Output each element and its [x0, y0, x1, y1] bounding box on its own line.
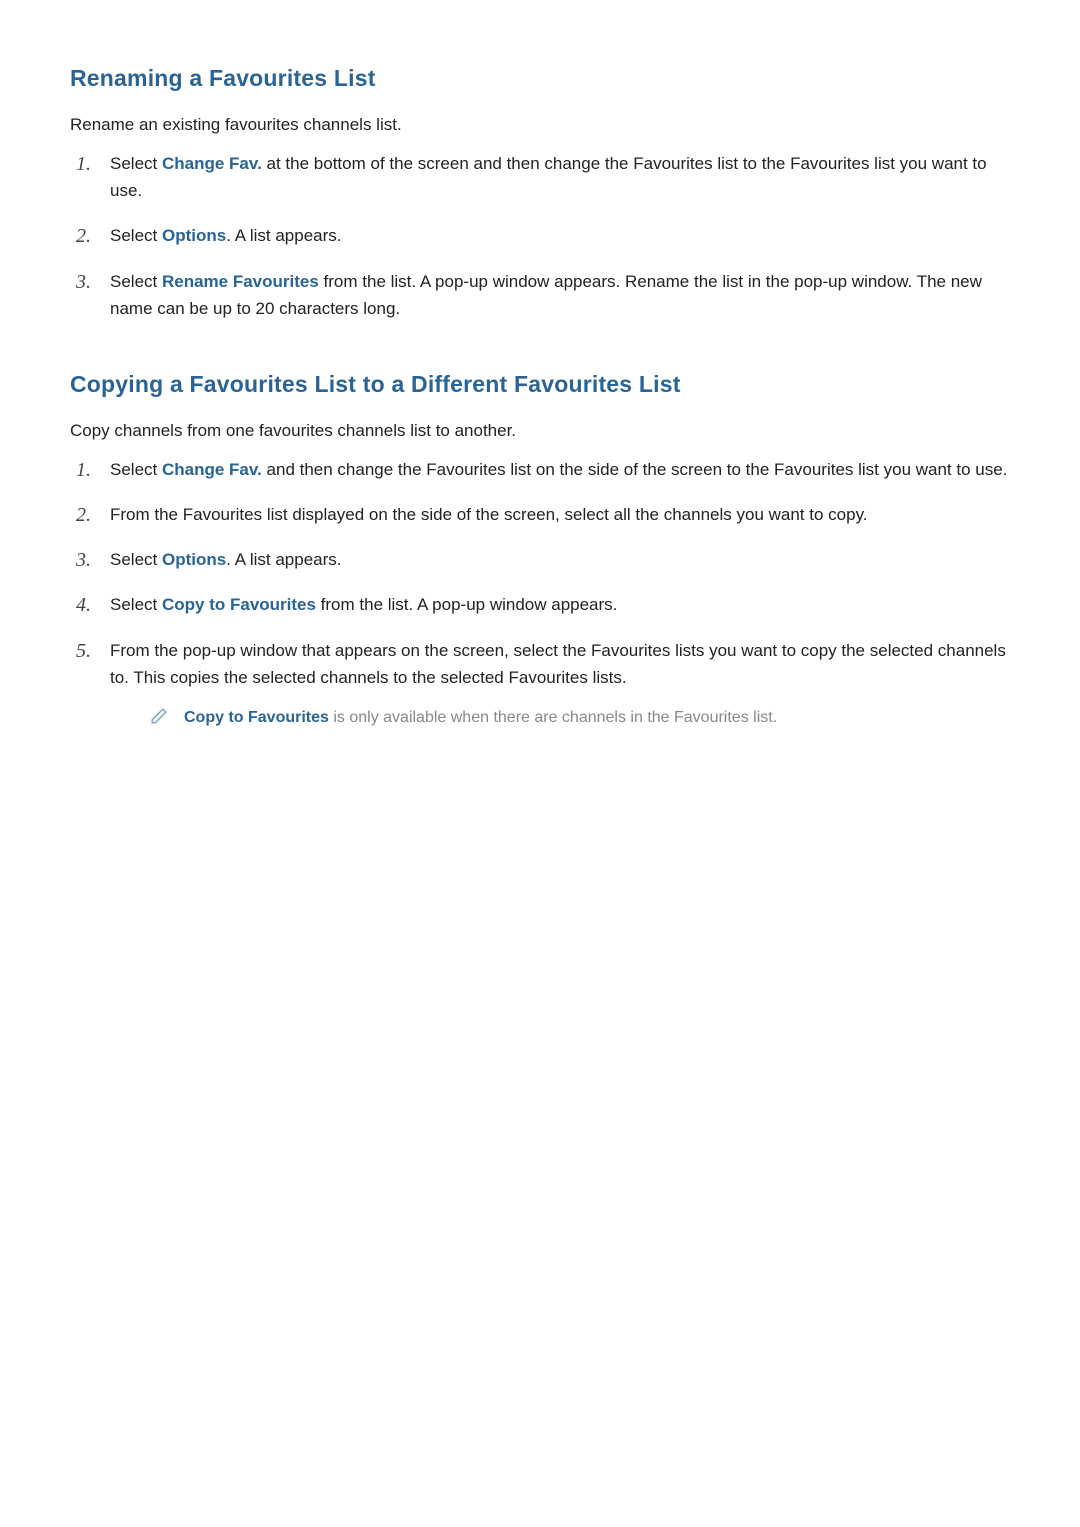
section-copying: Copying a Favourites List to a Different… — [70, 366, 1010, 731]
keyword-options: Options — [162, 226, 226, 245]
step-number: 3. — [76, 266, 91, 298]
step-text-pre: From the Favourites list displayed on th… — [110, 505, 868, 524]
step-text-pre: Select — [110, 595, 162, 614]
pencil-icon — [150, 707, 168, 734]
step-number: 1. — [76, 148, 91, 180]
step-number: 2. — [76, 220, 91, 252]
keyword-change-fav: Change Fav. — [162, 154, 262, 173]
step-number: 2. — [76, 499, 91, 531]
section-heading: Copying a Favourites List to a Different… — [70, 366, 1010, 403]
step-number: 5. — [76, 635, 91, 667]
note-text: is only available when there are channel… — [329, 709, 777, 726]
step-number: 1. — [76, 454, 91, 486]
step-item: 2. From the Favourites list displayed on… — [70, 501, 1010, 528]
section-renaming: Renaming a Favourites List Rename an exi… — [70, 60, 1010, 322]
step-text-post: and then change the Favourites list on t… — [262, 460, 1008, 479]
step-text-post: . A list appears. — [226, 550, 341, 569]
step-text-pre: Select — [110, 272, 162, 291]
keyword-rename-favourites: Rename Favourites — [162, 272, 319, 291]
step-number: 4. — [76, 589, 91, 621]
keyword-change-fav: Change Fav. — [162, 460, 262, 479]
section-intro: Copy channels from one favourites channe… — [70, 417, 1010, 444]
step-text-post: . A list appears. — [226, 226, 341, 245]
step-text-pre: Select — [110, 154, 162, 173]
step-number: 3. — [76, 544, 91, 576]
step-text-pre: From the pop-up window that appears on t… — [110, 641, 1006, 687]
step-text-pre: Select — [110, 460, 162, 479]
step-text-pre: Select — [110, 550, 162, 569]
step-text-post: from the list. A pop-up window appears. — [316, 595, 617, 614]
step-list: 1. Select Change Fav. at the bottom of t… — [70, 150, 1010, 322]
keyword-copy-to-favourites: Copy to Favourites — [184, 709, 329, 726]
step-item: 1. Select Change Fav. and then change th… — [70, 456, 1010, 483]
step-item: 4. Select Copy to Favourites from the li… — [70, 591, 1010, 618]
keyword-copy-to-favourites: Copy to Favourites — [162, 595, 316, 614]
step-item: 3. Select Rename Favourites from the lis… — [70, 268, 1010, 322]
note: Copy to Favourites is only available whe… — [110, 705, 1010, 731]
section-intro: Rename an existing favourites channels l… — [70, 111, 1010, 138]
step-item: 1. Select Change Fav. at the bottom of t… — [70, 150, 1010, 204]
keyword-options: Options — [162, 550, 226, 569]
step-item: 2. Select Options. A list appears. — [70, 222, 1010, 249]
step-item: 5. From the pop-up window that appears o… — [70, 637, 1010, 731]
step-item: 3. Select Options. A list appears. — [70, 546, 1010, 573]
step-list: 1. Select Change Fav. and then change th… — [70, 456, 1010, 731]
step-text-pre: Select — [110, 226, 162, 245]
section-heading: Renaming a Favourites List — [70, 60, 1010, 97]
